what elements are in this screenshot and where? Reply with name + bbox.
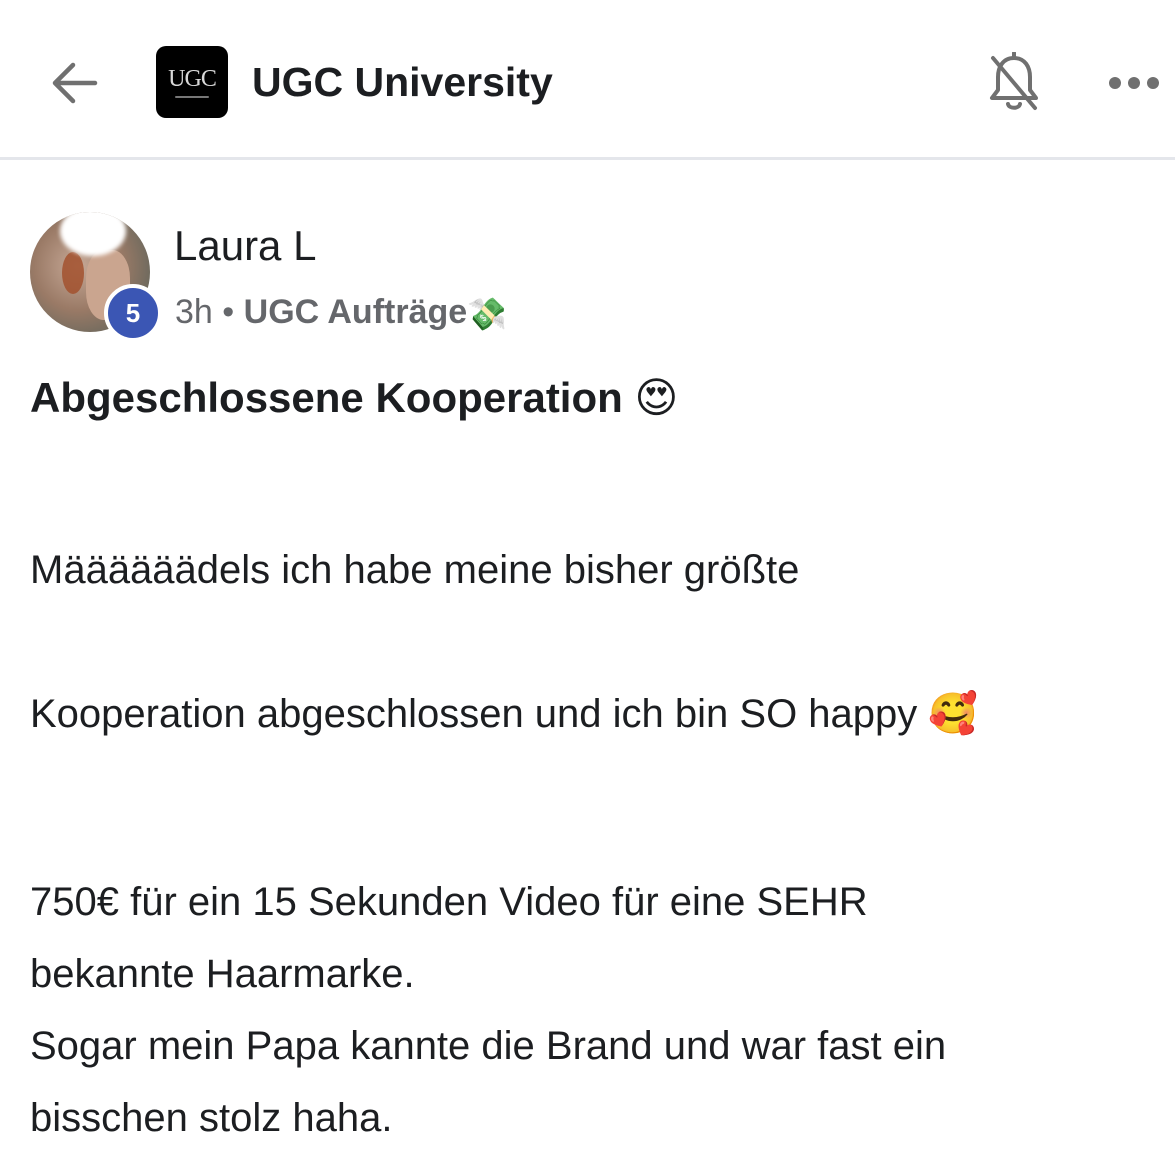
arrow-left-icon — [52, 62, 98, 104]
notifications-button[interactable] — [980, 50, 1048, 116]
bell-off-icon — [990, 52, 1038, 110]
post-body-line-2-wrap: Kooperation abgeschlossen und ich bin SO… — [30, 678, 1170, 750]
smiling-hearts-emoji-icon: 🥰 — [928, 691, 979, 737]
post-paragraph-2: 750€ für ein 15 Sekunden Video für eine … — [30, 880, 947, 1140]
post-meta: 3h • UGC Aufträge💸 — [175, 290, 507, 336]
more-options-button[interactable] — [1100, 58, 1168, 108]
avatar-blurred-face — [60, 212, 126, 256]
group-logo[interactable]: UGC — [156, 46, 228, 118]
post-topic-label: UGC Aufträge — [243, 293, 468, 331]
post-body: Määäääädels ich habe meine bisher größte… — [30, 462, 1170, 1154]
avatar-hair — [62, 252, 84, 294]
back-button[interactable] — [44, 55, 104, 111]
post-paragraph-1: Määäääädels ich habe meine bisher größte… — [30, 462, 1170, 822]
post-time: 3h — [175, 293, 213, 331]
group-logo-underline — [175, 95, 209, 98]
money-wings-icon: 💸 — [467, 295, 508, 333]
post-body-line-2: Kooperation abgeschlossen und ich bin SO… — [30, 692, 918, 736]
more-horizontal-icon — [1109, 77, 1159, 89]
post-topic[interactable]: UGC Aufträge💸 — [243, 293, 508, 333]
meta-separator: • — [222, 293, 235, 331]
top-bar: UGC UGC University — [0, 0, 1175, 160]
post-body-line-1: Määäääädels ich habe meine bisher größte — [30, 548, 800, 592]
post-title-text: Abgeschlossene Kooperation — [30, 374, 623, 421]
name-redaction — [355, 226, 455, 266]
group-name[interactable]: UGC University — [252, 56, 553, 108]
level-badge: 5 — [104, 284, 162, 342]
author-name[interactable]: Laura L — [174, 220, 316, 272]
post-title: Abgeschlossene Kooperation 😍 — [30, 370, 678, 426]
group-logo-text: UGC — [168, 65, 217, 92]
heart-eyes-emoji-icon: 😍 — [634, 373, 679, 422]
